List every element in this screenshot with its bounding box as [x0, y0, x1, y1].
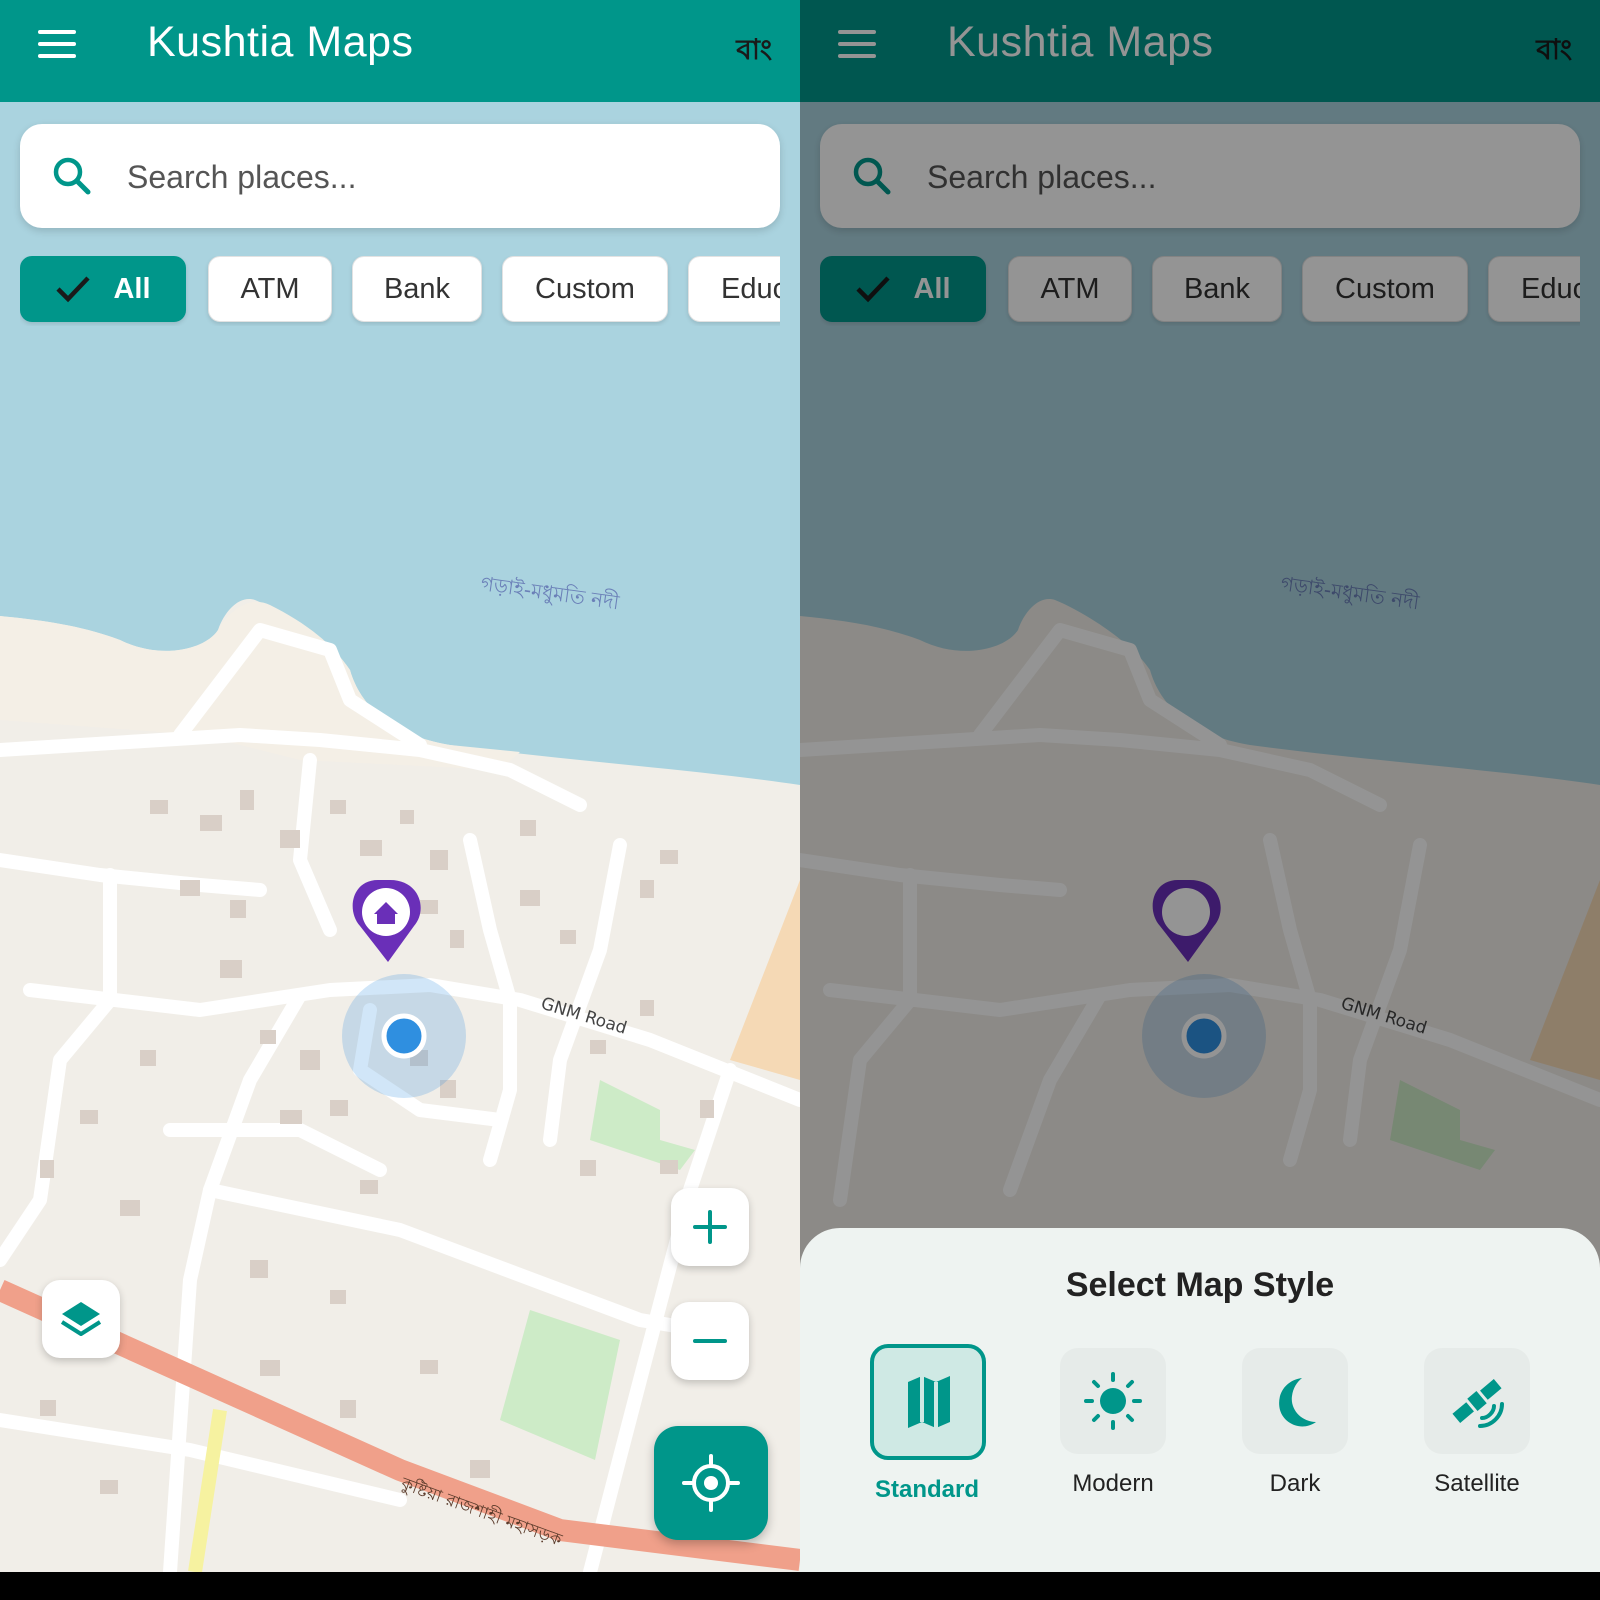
- layers-icon: [60, 1302, 102, 1336]
- style-tile: [1424, 1348, 1530, 1454]
- sheet-title: Select Map Style: [1065, 1266, 1335, 1304]
- sun-icon: [1084, 1372, 1142, 1430]
- chip-all[interactable]: All: [20, 256, 186, 322]
- chip-bank[interactable]: Bank: [352, 256, 482, 322]
- chip-custom[interactable]: Custom: [502, 256, 668, 322]
- chip-education[interactable]: Educ: [688, 256, 780, 322]
- chip-label: ATM: [240, 272, 300, 305]
- map-style-screen: গড়াই-মধুমতি নদী GNM Road Kushtia Maps ব…: [800, 0, 1600, 1572]
- style-label: Standard: [874, 1476, 979, 1503]
- map-icon: [908, 1376, 950, 1428]
- map-style-sheet: Select Map Style Standard Modern Dark Sa…: [800, 1228, 1600, 1572]
- check-icon: [56, 276, 91, 303]
- app-bar: Kushtia Maps বাং: [0, 0, 800, 102]
- search-bar[interactable]: [20, 124, 780, 228]
- crosshair-icon: [682, 1454, 740, 1512]
- style-tile: [1060, 1348, 1166, 1454]
- category-chips: All ATM Bank Custom Educ: [20, 256, 780, 326]
- layers-button[interactable]: [42, 1280, 120, 1358]
- chip-label: All: [113, 272, 151, 305]
- zoom-in-button[interactable]: [671, 1188, 749, 1266]
- chip-label: Educ: [721, 272, 780, 305]
- style-option-modern[interactable]: Modern: [1028, 1348, 1198, 1518]
- menu-icon[interactable]: [38, 30, 78, 60]
- style-label: Modern: [1072, 1470, 1154, 1497]
- style-tile: [870, 1344, 986, 1460]
- chip-atm[interactable]: ATM: [208, 256, 332, 322]
- style-label: Dark: [1269, 1470, 1321, 1497]
- style-label: Satellite: [1434, 1470, 1520, 1497]
- search-input[interactable]: [125, 151, 729, 203]
- chip-label: Custom: [535, 272, 635, 305]
- language-toggle[interactable]: বাং: [736, 28, 772, 75]
- style-option-satellite[interactable]: Satellite: [1392, 1348, 1562, 1518]
- style-option-dark[interactable]: Dark: [1210, 1348, 1380, 1518]
- search-icon: [53, 157, 91, 195]
- plus-icon: [693, 1210, 727, 1244]
- app-title: Kushtia Maps: [147, 18, 414, 66]
- my-location-button[interactable]: [654, 1426, 768, 1540]
- zoom-out-button[interactable]: [671, 1302, 749, 1380]
- map-screen: গড়াই-মধুমতি নদী GNM Road কুষ্টিয়া রাজশ…: [0, 0, 800, 1572]
- chip-label: Bank: [383, 272, 451, 305]
- minus-icon: [693, 1339, 727, 1343]
- satellite-icon: [1452, 1379, 1504, 1428]
- style-option-standard[interactable]: Standard: [842, 1344, 1012, 1518]
- system-nav-bar: [0, 1572, 1600, 1600]
- moon-icon: [1279, 1378, 1316, 1427]
- location-dot: [381, 1013, 427, 1059]
- style-tile: [1242, 1348, 1348, 1454]
